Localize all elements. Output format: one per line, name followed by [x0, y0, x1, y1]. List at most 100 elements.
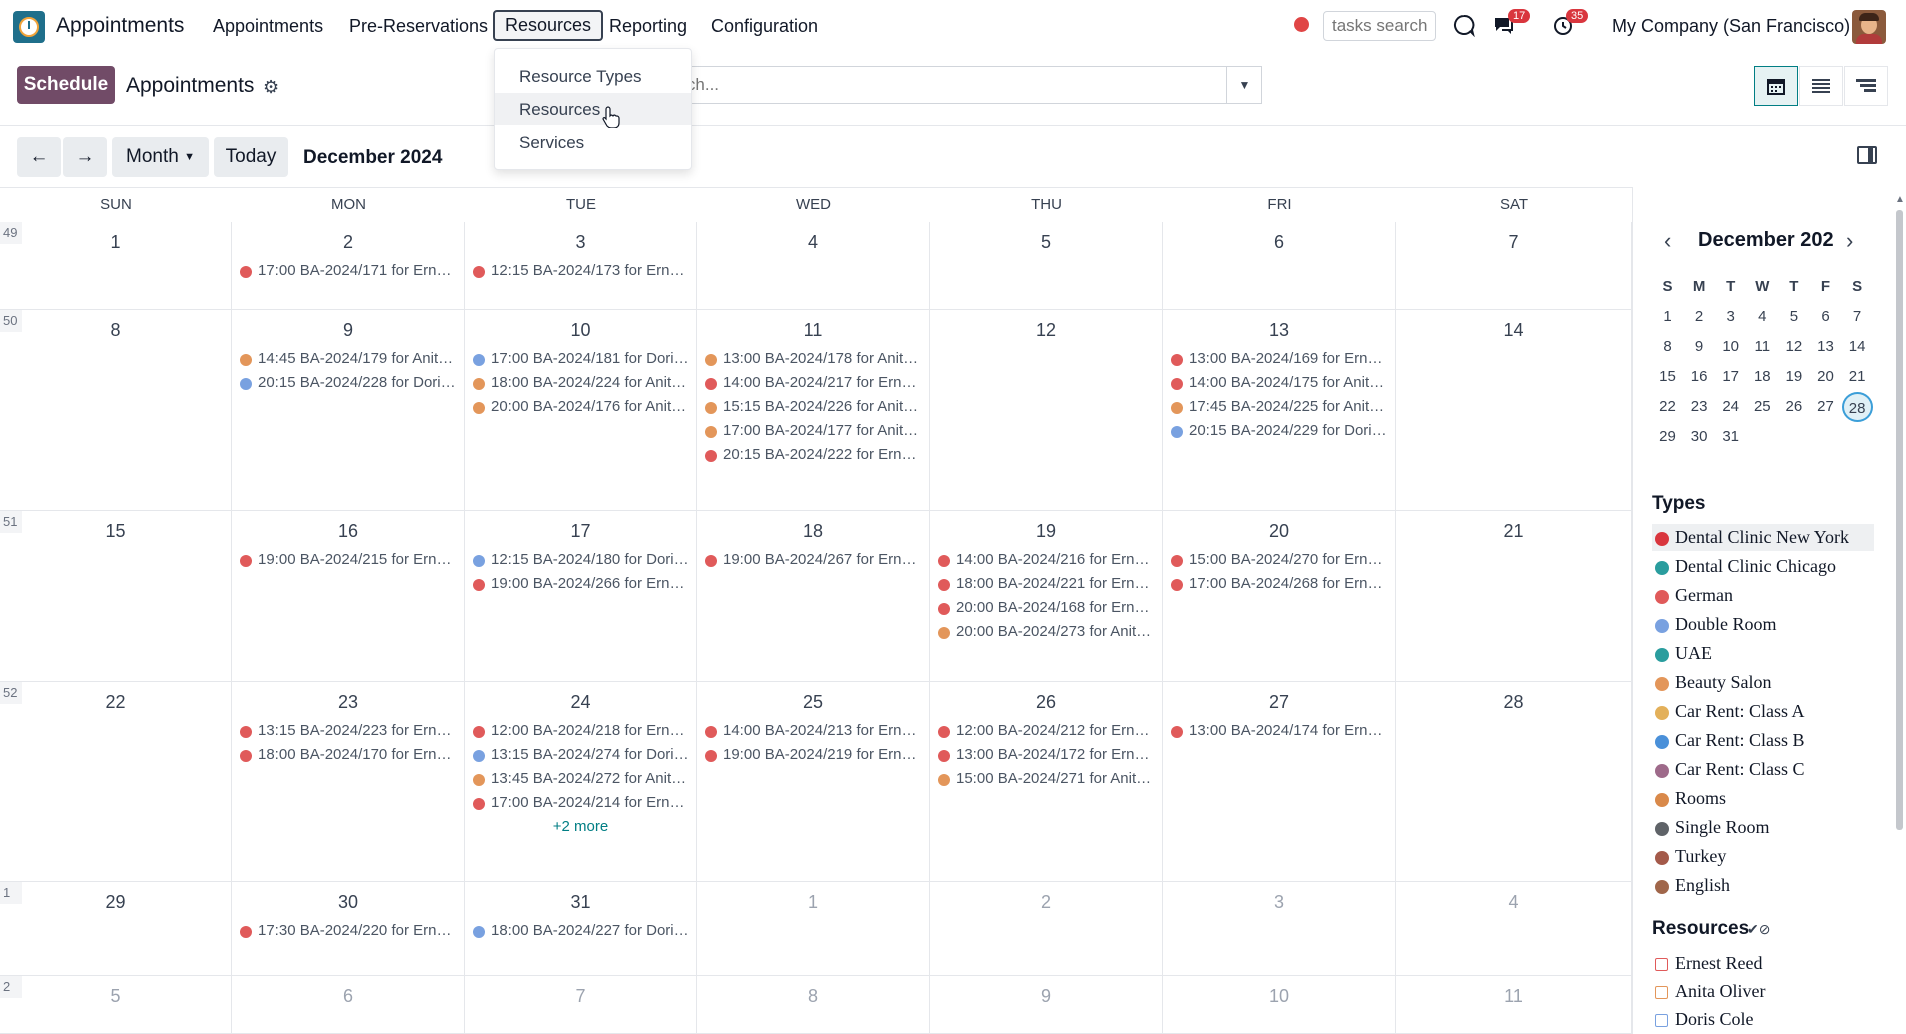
mini-calendar-day[interactable]: 21 — [1842, 362, 1873, 392]
day-cell[interactable]: 15 — [0, 511, 232, 682]
day-number[interactable]: 23 — [232, 692, 464, 713]
dropdown-item-resources[interactable]: Resources — [495, 93, 691, 125]
calendar-event[interactable]: 19:00 BA-2024/215 for Ernes... — [240, 551, 456, 573]
company-switcher[interactable]: My Company (San Francisco) — [1612, 16, 1850, 37]
user-avatar[interactable] — [1852, 10, 1886, 44]
day-cell[interactable]: 7 — [1396, 222, 1632, 310]
calendar-event[interactable]: 20:15 BA-2024/228 for Doris... — [240, 374, 456, 396]
calendar-event[interactable]: 15:15 BA-2024/226 for Anita... — [705, 398, 921, 420]
resource-filter-item[interactable]: Doris Cole — [1652, 1006, 1874, 1033]
type-filter-item[interactable]: German — [1652, 582, 1874, 609]
mini-calendar-day[interactable]: 8 — [1652, 332, 1683, 362]
day-number[interactable]: 1 — [697, 892, 929, 913]
type-filter-item[interactable]: Rooms — [1652, 785, 1874, 812]
calendar-event[interactable]: 12:15 BA-2024/173 for Ernes... — [473, 262, 689, 284]
type-filter-item[interactable]: Turkey — [1652, 843, 1874, 870]
mini-calendar-day[interactable]: 29 — [1652, 422, 1683, 452]
sidebar-scrollbar[interactable] — [1896, 210, 1903, 830]
day-cell[interactable]: 30 17:30 BA-2024/220 for Ernes... — [232, 882, 465, 976]
day-cell[interactable]: 25 14:00 BA-2024/213 for Ernes... 19:00 BA… — [697, 682, 930, 882]
day-number[interactable]: 10 — [1163, 986, 1395, 1007]
type-filter-item[interactable]: Beauty Salon — [1652, 669, 1874, 696]
sidebar-toggle-icon[interactable] — [1857, 146, 1877, 164]
menu-resources[interactable]: Resources — [493, 10, 604, 41]
day-cell[interactable]: 1 — [0, 222, 232, 310]
calendar-event[interactable]: 19:00 BA-2024/219 for Ernes... — [705, 746, 921, 768]
mini-calendar-day[interactable]: 31 — [1715, 422, 1746, 452]
calendar-event[interactable]: 17:00 BA-2024/268 for Ernes... — [1171, 575, 1387, 597]
voip-phone-icon[interactable] — [1452, 13, 1476, 37]
day-number[interactable]: 18 — [697, 521, 929, 542]
calendar-event[interactable]: 14:00 BA-2024/213 for Ernes... — [705, 722, 921, 744]
mini-calendar-day[interactable]: 1 — [1652, 302, 1683, 332]
scale-dropdown-button[interactable]: Month ▼ — [112, 137, 209, 177]
day-cell[interactable]: 4 — [1396, 882, 1632, 976]
mini-calendar-day[interactable]: 6 — [1810, 302, 1841, 332]
resource-filter-item[interactable]: Ernest Reed — [1652, 950, 1874, 977]
calendar-event[interactable]: 13:15 BA-2024/223 for Ernes... — [240, 722, 456, 744]
resource-filter-item[interactable]: Anita Oliver — [1652, 978, 1874, 1005]
day-cell[interactable]: 11 13:00 BA-2024/178 for Anita... 14:00 BA… — [697, 310, 930, 511]
day-number[interactable]: 10 — [465, 320, 696, 341]
menu-appointments[interactable]: Appointments — [213, 16, 323, 37]
search-input[interactable] — [640, 66, 1262, 104]
calendar-event[interactable]: 18:00 BA-2024/170 for Ernes... — [240, 746, 456, 768]
resource-checkbox[interactable] — [1655, 1014, 1668, 1027]
day-cell[interactable]: 11 — [1396, 976, 1632, 1034]
mini-calendar-day[interactable]: 20 — [1810, 362, 1841, 392]
day-number[interactable]: 27 — [1163, 692, 1395, 713]
type-filter-item[interactable]: Single Room — [1652, 814, 1874, 841]
calendar-event[interactable]: 12:15 BA-2024/180 for Doris... — [473, 551, 689, 573]
day-number[interactable]: 22 — [0, 692, 231, 713]
day-number[interactable]: 24 — [465, 692, 696, 713]
mini-calendar-next-icon[interactable]: › — [1846, 228, 1853, 254]
day-number[interactable]: 20 — [1163, 521, 1395, 542]
calendar-event[interactable]: 20:15 BA-2024/229 for Doris... — [1171, 422, 1387, 444]
calendar-event[interactable]: 15:00 BA-2024/271 for Anita... — [938, 770, 1154, 792]
calendar-view-button[interactable] — [1754, 66, 1798, 106]
day-cell[interactable]: 1 — [697, 882, 930, 976]
day-cell[interactable]: 13 13:00 BA-2024/169 for Ernes... 14:00 BA… — [1163, 310, 1396, 511]
day-cell[interactable]: 22 — [0, 682, 232, 882]
dropdown-item-resource-types[interactable]: Resource Types — [495, 60, 691, 92]
gantt-view-button[interactable] — [1844, 66, 1888, 106]
day-cell[interactable]: 6 — [1163, 222, 1396, 310]
day-number[interactable]: 16 — [232, 521, 464, 542]
day-cell[interactable]: 19 14:00 BA-2024/216 for Ernes... 18:00 BA… — [930, 511, 1163, 682]
day-number[interactable]: 8 — [697, 986, 929, 1007]
calendar-event[interactable]: 12:00 BA-2024/212 for Ernes... — [938, 722, 1154, 744]
calendar-event[interactable]: 17:00 BA-2024/171 for Ernes... — [240, 262, 456, 284]
calendar-event[interactable]: 13:15 BA-2024/274 for Doris... — [473, 746, 689, 768]
day-cell[interactable]: 31 18:00 BA-2024/227 for Doris... — [465, 882, 697, 976]
day-number[interactable]: 28 — [1396, 692, 1631, 713]
day-cell[interactable]: 9 — [930, 976, 1163, 1034]
menu-reporting[interactable]: Reporting — [609, 16, 687, 37]
mini-calendar-day[interactable]: 19 — [1778, 362, 1809, 392]
calendar-event[interactable]: 20:15 BA-2024/222 for Ernes... — [705, 446, 921, 468]
calendar-event[interactable]: 14:00 BA-2024/216 for Ernes... — [938, 551, 1154, 573]
mini-calendar-day[interactable]: 3 — [1715, 302, 1746, 332]
day-number[interactable]: 9 — [930, 986, 1162, 1007]
day-number[interactable]: 6 — [1163, 232, 1395, 253]
day-cell[interactable]: 2 — [930, 882, 1163, 976]
day-cell[interactable]: 12 — [930, 310, 1163, 511]
search-options-toggle[interactable]: ▼ — [1226, 66, 1262, 104]
day-number[interactable]: 1 — [0, 232, 231, 253]
day-cell[interactable]: 21 — [1396, 511, 1632, 682]
mini-calendar-day[interactable]: 26 — [1778, 392, 1809, 422]
gear-icon[interactable]: ⚙ — [263, 77, 279, 98]
day-cell[interactable]: 24 12:00 BA-2024/218 for Ernes... 13:15 BA… — [465, 682, 697, 882]
calendar-event[interactable]: 15:00 BA-2024/270 for Ernes... — [1171, 551, 1387, 573]
mini-calendar-day[interactable]: 16 — [1684, 362, 1715, 392]
day-number[interactable]: 4 — [1396, 892, 1631, 913]
dropdown-item-services[interactable]: Services — [495, 126, 691, 158]
calendar-event[interactable]: 20:00 BA-2024/273 for Anita... — [938, 623, 1154, 645]
type-filter-item[interactable]: Car Rent: Class C — [1652, 756, 1874, 783]
mini-calendar-day[interactable]: 17 — [1715, 362, 1746, 392]
mini-calendar-day[interactable]: 22 — [1652, 392, 1683, 422]
type-filter-item[interactable]: Dental Clinic New York — [1652, 524, 1874, 551]
day-cell[interactable]: 14 — [1396, 310, 1632, 511]
calendar-event[interactable]: 13:45 BA-2024/272 for Anita... — [473, 770, 689, 792]
calendar-event[interactable]: 19:00 BA-2024/266 for Ernes... — [473, 575, 689, 597]
mini-calendar-day[interactable]: 4 — [1747, 302, 1778, 332]
